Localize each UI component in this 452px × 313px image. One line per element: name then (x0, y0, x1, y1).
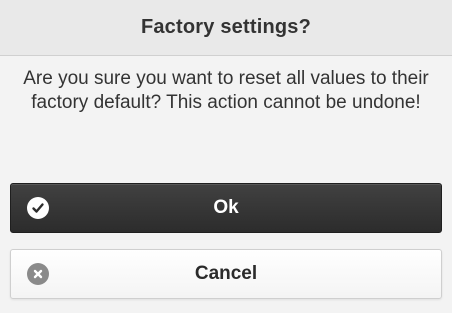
dialog-title: Factory settings? (140, 16, 312, 38)
cancel-button-label: Cancel (194, 263, 258, 284)
cancel-button[interactable]: Cancel (10, 249, 442, 299)
factory-settings-dialog: Factory settings? Are you sure you want … (0, 0, 452, 313)
dialog-header: Factory settings? (0, 0, 452, 56)
dialog-message: Are you sure you want to reset all value… (23, 68, 429, 113)
check-icon (27, 197, 49, 219)
ok-button[interactable]: Ok (10, 183, 442, 233)
ok-button-label: Ok (213, 197, 239, 218)
close-icon (27, 263, 49, 285)
